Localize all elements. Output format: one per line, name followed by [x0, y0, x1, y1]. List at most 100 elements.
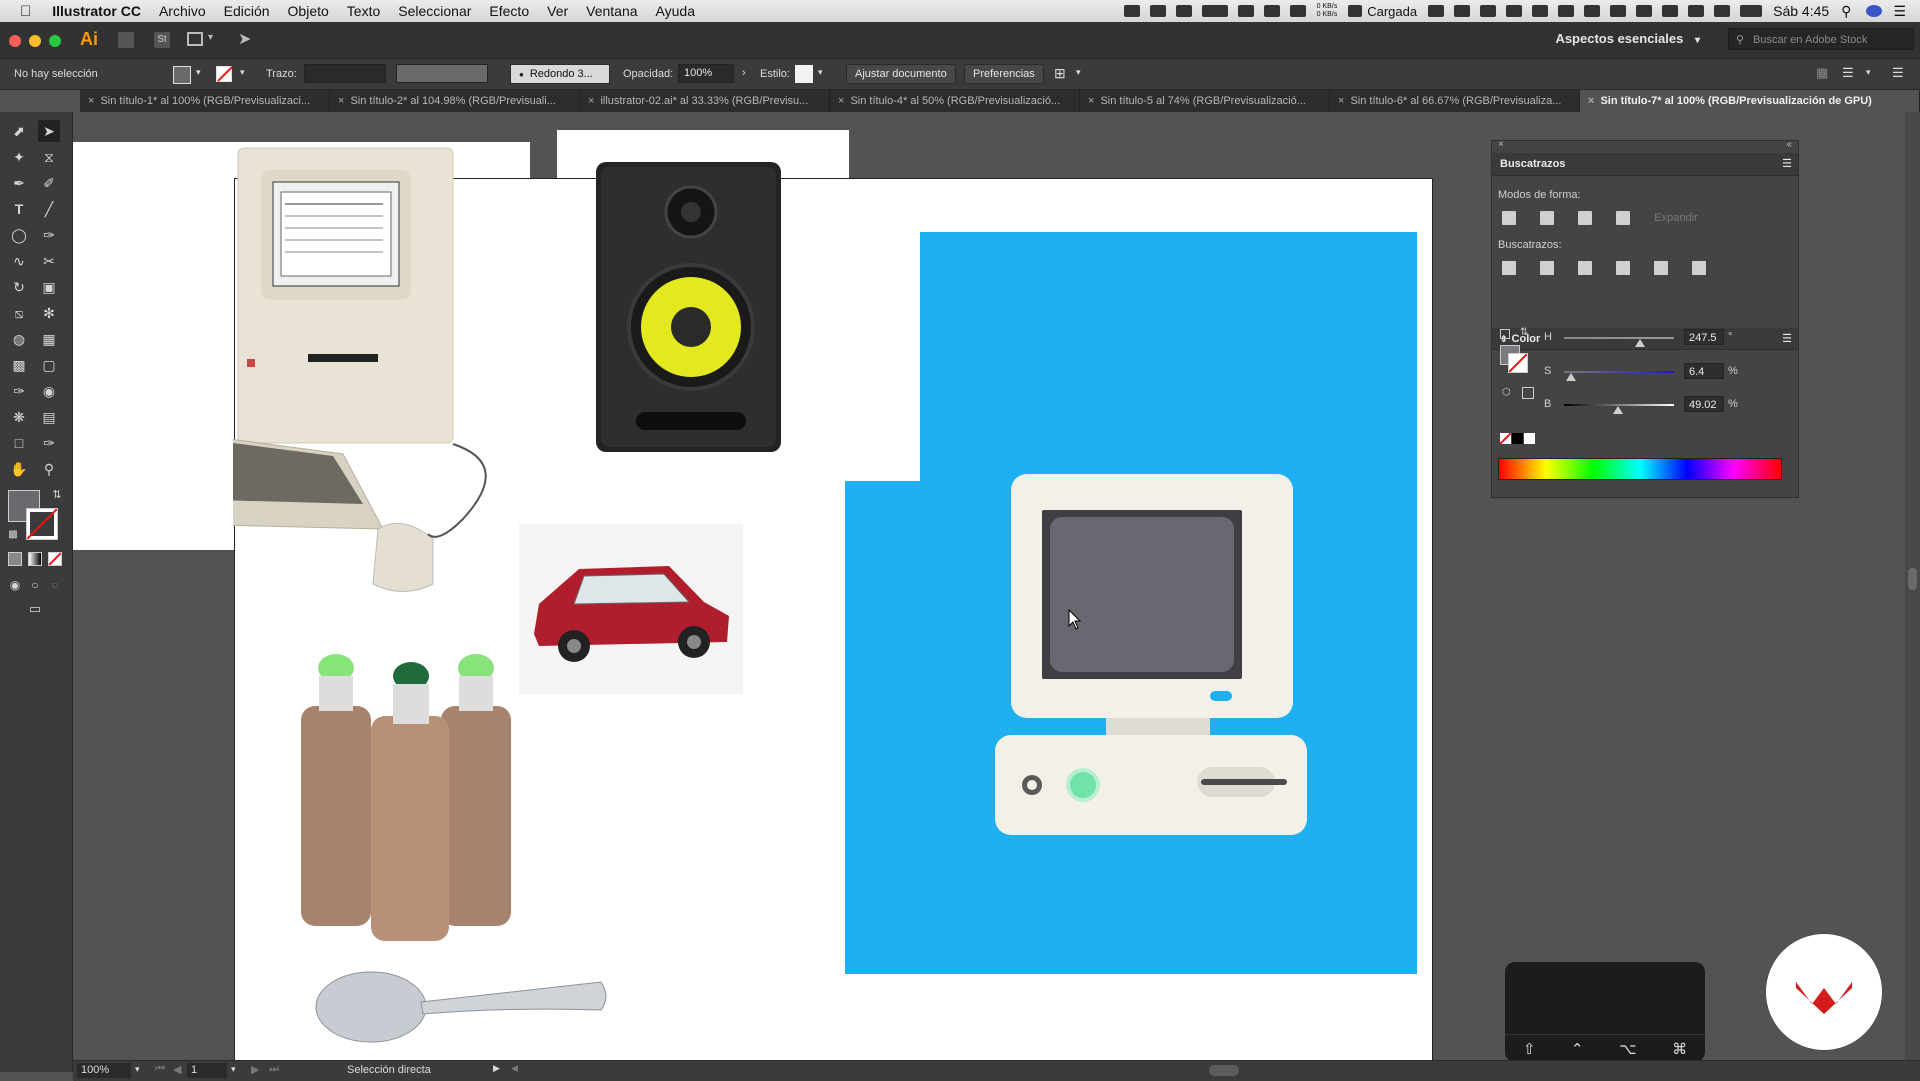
selection-tool-icon[interactable]: ⬈	[8, 120, 30, 142]
macintosh-image[interactable]	[152, 144, 503, 596]
symbol-sprayer-tool-icon[interactable]: ❋	[8, 406, 30, 428]
panel-toggle-icon[interactable]: ▦	[1816, 65, 1828, 81]
stroke-color-swatch[interactable]	[1508, 353, 1528, 373]
first-artboard-icon[interactable]: ⏮	[155, 1063, 165, 1076]
notification-center-icon[interactable]: ☰	[1893, 3, 1906, 20]
paintbrush-tool-icon[interactable]: ✑	[38, 224, 60, 246]
direct-selection-tool-icon[interactable]: ➤	[38, 120, 60, 142]
expand-button[interactable]: Expandir	[1642, 209, 1710, 227]
zoom-window-button[interactable]	[49, 35, 61, 47]
status-icon[interactable]	[1123, 5, 1140, 17]
status-icon[interactable]	[1263, 5, 1280, 17]
merge-icon[interactable]	[1578, 261, 1592, 275]
stroke-label[interactable]: Trazo:	[266, 68, 297, 80]
zoom-tool-icon[interactable]: ⚲	[38, 458, 60, 480]
exclude-icon[interactable]	[1616, 211, 1630, 225]
shape-builder-tool-icon[interactable]: ◍	[8, 328, 30, 350]
magic-wand-tool-icon[interactable]: ✦	[8, 146, 30, 168]
puppet-warp-tool-icon[interactable]: ✻	[38, 302, 60, 324]
crop-icon[interactable]	[1616, 261, 1630, 275]
horizontal-scrollbar-thumb[interactable]	[1209, 1065, 1239, 1076]
tab-document-4[interactable]: × Sin título-4* al 50% (RGB/Previsualizac…	[830, 90, 1080, 112]
menu-edicion[interactable]: Edición	[215, 3, 279, 19]
status-icon[interactable]	[1558, 5, 1575, 17]
previous-artboard-icon[interactable]: ◀	[173, 1063, 181, 1076]
status-icon[interactable]	[1428, 5, 1445, 17]
unite-icon[interactable]	[1502, 211, 1516, 225]
pen-tool-icon[interactable]: ✒	[8, 172, 30, 194]
pathfinder-panel-header[interactable]: Buscatrazos ☰	[1492, 153, 1798, 176]
artboard-number-input[interactable]: 1	[187, 1063, 227, 1078]
line-tool-icon[interactable]: ╱	[38, 198, 60, 220]
graphic-style-swatch[interactable]	[795, 65, 813, 83]
swap-colors-icon[interactable]: ⇅	[46, 484, 68, 506]
color-mode-icon[interactable]	[8, 552, 22, 566]
close-window-button[interactable]	[9, 35, 21, 47]
vertical-scrollbar-thumb[interactable]	[1908, 568, 1917, 590]
scale-tool-icon[interactable]: ▣	[38, 276, 60, 298]
arrange-documents-icon[interactable]	[187, 32, 203, 46]
trim-icon[interactable]	[1540, 261, 1554, 275]
network-monitor[interactable]: 0 KB/s 0 KB/s	[1317, 3, 1338, 19]
style-label[interactable]: Estilo:	[760, 68, 790, 80]
saturation-slider-thumb[interactable]	[1566, 373, 1577, 381]
computer-illustration-artwork[interactable]	[845, 232, 1417, 974]
menu-texto[interactable]: Texto	[338, 3, 389, 19]
status-icon[interactable]	[1175, 5, 1192, 17]
status-icon[interactable]	[1201, 5, 1228, 17]
saturation-input[interactable]: 6.4	[1684, 363, 1724, 379]
screen-shape[interactable]	[1050, 517, 1234, 672]
intersect-icon[interactable]	[1578, 211, 1592, 225]
chevron-down-icon[interactable]: ▾	[231, 1064, 236, 1075]
current-tool-status[interactable]: Selección directa	[347, 1064, 431, 1076]
curvature-tool-icon[interactable]: ✐	[38, 172, 60, 194]
document-setup-button[interactable]: Ajustar documento	[846, 64, 956, 84]
gradient-mode-icon[interactable]	[28, 552, 42, 566]
outline-icon[interactable]	[1654, 261, 1668, 275]
default-colors-icon[interactable]	[1500, 329, 1510, 339]
battery-icon[interactable]	[1740, 5, 1763, 17]
camera-icon[interactable]	[1348, 5, 1363, 17]
cloud-icon[interactable]	[1610, 5, 1627, 17]
zoom-level-input[interactable]: 100%	[77, 1063, 131, 1078]
swap-colors-icon[interactable]: ⇅	[1520, 327, 1528, 338]
studio-monitor-speaker-image[interactable]	[591, 157, 786, 457]
status-icon[interactable]	[1237, 5, 1254, 17]
hand-tool-icon[interactable]: ✋	[8, 458, 30, 480]
wifi-icon[interactable]	[1662, 5, 1679, 17]
align-icon[interactable]: ⊞	[1054, 65, 1066, 82]
saturation-slider[interactable]	[1564, 371, 1674, 373]
tab-document-1[interactable]: × Sin título-1* al 100% (RGB/Previsualiza…	[80, 90, 330, 112]
collapse-panel-icon[interactable]: «	[1786, 139, 1792, 150]
blend-tool-icon[interactable]: ◉	[38, 380, 60, 402]
status-icon[interactable]	[1454, 5, 1471, 17]
variable-width-profile[interactable]	[396, 64, 488, 83]
adobe-stock-search-input[interactable]: ⚲ Buscar en Adobe Stock	[1728, 28, 1914, 50]
tab-document-2[interactable]: × Sin título-2* al 104.98% (RGB/Previsual…	[330, 90, 580, 112]
stroke-color-swatch[interactable]	[26, 508, 58, 540]
rotate-tool-icon[interactable]: ↻	[8, 276, 30, 298]
color-spectrum-bar[interactable]	[1498, 458, 1782, 480]
minimize-window-button[interactable]	[29, 35, 41, 47]
type-tool-icon[interactable]: T	[8, 198, 30, 220]
out-of-web-gamut-icon[interactable]: ⬡	[1502, 387, 1511, 398]
brightness-slider-thumb[interactable]	[1612, 406, 1623, 414]
menu-app-name[interactable]: Illustrator CC	[43, 3, 150, 19]
disk-slot-shape[interactable]	[1201, 779, 1287, 785]
status-icon[interactable]	[1584, 5, 1601, 17]
hue-input[interactable]: 247.5	[1684, 329, 1724, 345]
chevron-down-icon[interactable]: ▾	[135, 1064, 140, 1075]
chevron-right-icon[interactable]: ›	[742, 67, 746, 79]
tab-document-3[interactable]: × illustrator-02.ai* al 33.33% (RGB/Previ…	[580, 90, 830, 112]
ellipse-tool-icon[interactable]: ◯	[8, 224, 30, 246]
artboard[interactable]	[73, 142, 234, 550]
none-color-swatch[interactable]	[1500, 433, 1511, 444]
airplay-icon[interactable]	[1688, 5, 1705, 17]
column-graph-tool-icon[interactable]: ▤	[38, 406, 60, 428]
slice-tool-icon[interactable]: ✑	[38, 432, 60, 454]
perspective-grid-tool-icon[interactable]: ▦	[38, 328, 60, 350]
bridge-icon[interactable]	[118, 32, 134, 48]
close-icon[interactable]: ×	[588, 95, 594, 107]
close-icon[interactable]: ×	[1498, 139, 1504, 150]
draw-inside-icon[interactable]: ○	[44, 574, 66, 596]
